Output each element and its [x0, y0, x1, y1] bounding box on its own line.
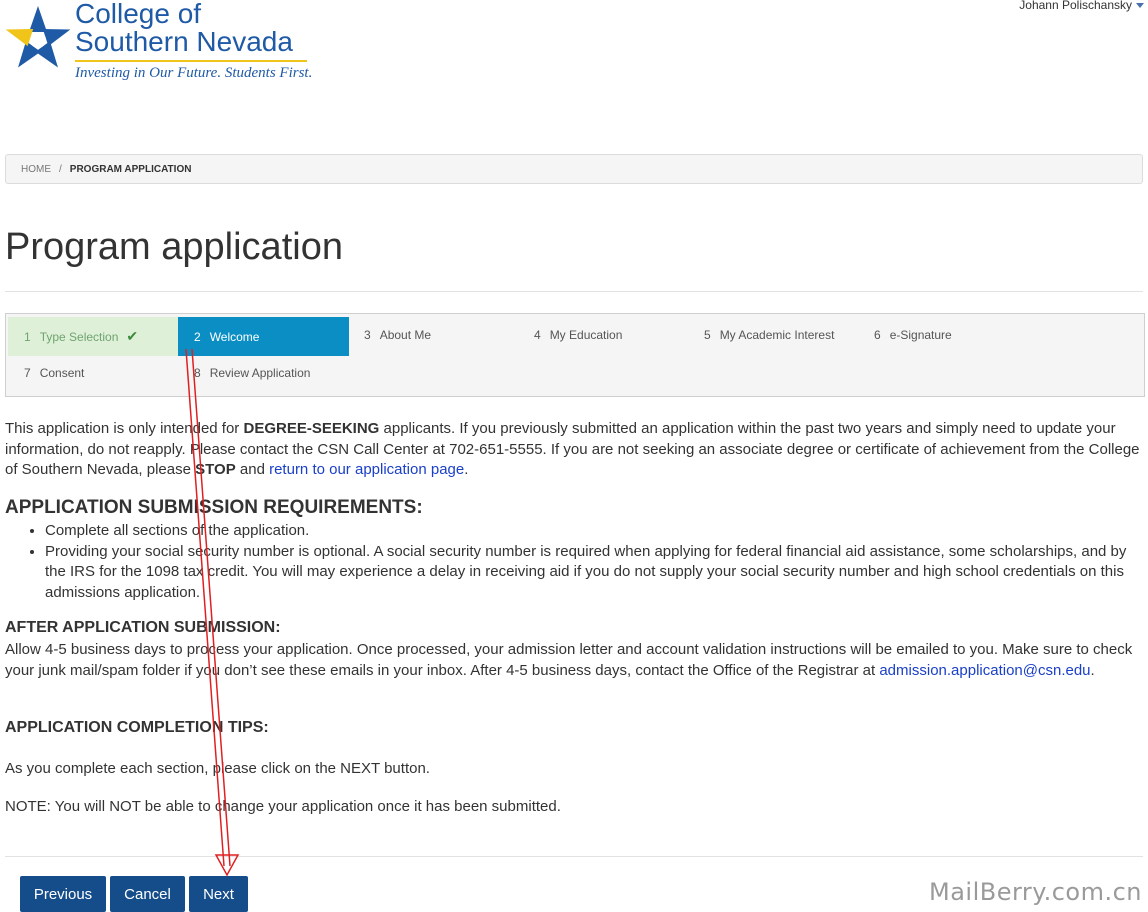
step-e-signature[interactable]: 6 e-Signature — [858, 315, 1028, 354]
step-number: 3 — [364, 327, 371, 342]
breadcrumb-separator: / — [59, 163, 62, 175]
cancel-button[interactable]: Cancel — [110, 876, 185, 912]
watermark: MailBerry.com.cn — [929, 878, 1142, 906]
intro-bold-stop: STOP — [195, 461, 236, 478]
tip-next-button: As you complete each section, please cli… — [5, 760, 430, 777]
logo-line1: College of — [75, 0, 202, 29]
list-item: Complete all sections of the application… — [45, 521, 1145, 542]
after-text-end: . — [1090, 661, 1095, 679]
intro-text: This application is only intended for DE… — [5, 419, 1145, 481]
admission-email-link[interactable]: admission.application@csn.edu — [879, 662, 1090, 679]
step-my-education[interactable]: 4 My Education — [518, 315, 688, 354]
step-number: 2 — [194, 329, 201, 344]
step-type-selection[interactable]: 1 Type Selection ✔ — [8, 317, 179, 356]
step-label: e-Signature — [889, 327, 952, 342]
step-my-academic-interest[interactable]: 5 My Academic Interest — [688, 315, 858, 354]
step-label: Welcome — [209, 329, 260, 344]
breadcrumb: HOME / PROGRAM APPLICATION — [5, 154, 1143, 184]
after-submission-heading: AFTER APPLICATION SUBMISSION: — [5, 619, 281, 636]
requirements-heading: APPLICATION SUBMISSION REQUIREMENTS: — [5, 497, 423, 518]
step-review-application[interactable]: 8 Review Application — [178, 353, 348, 392]
step-about-me[interactable]: 3 About Me — [348, 315, 518, 354]
step-welcome[interactable]: 2 Welcome — [178, 317, 349, 356]
step-number: 6 — [874, 327, 881, 342]
caret-down-icon — [1136, 2, 1144, 8]
intro-part4: . — [464, 461, 469, 478]
step-number: 4 — [534, 327, 541, 342]
page-title: Program application — [5, 226, 343, 268]
csn-star-icon — [5, 6, 71, 68]
breadcrumb-home[interactable]: HOME — [21, 164, 51, 175]
user-name: Johann Polischansky — [1019, 0, 1132, 12]
step-number: 1 — [24, 329, 31, 344]
step-consent[interactable]: 7 Consent — [8, 353, 178, 392]
logo-rule — [75, 60, 307, 62]
intro-part3: and — [235, 461, 270, 478]
logo-tagline: Investing in Our Future. Students First. — [75, 65, 313, 81]
completion-tips-heading: APPLICATION COMPLETION TIPS: — [5, 719, 269, 736]
logo-line2: Southern Nevada — [75, 26, 293, 57]
step-label: My Education — [549, 327, 623, 342]
user-menu[interactable]: Johann Polischansky — [1019, 0, 1144, 12]
step-number: 5 — [704, 327, 711, 342]
step-label: Review Application — [209, 365, 311, 380]
title-divider — [5, 291, 1143, 292]
step-navigation: 1 Type Selection ✔ 2 Welcome 3 About Me … — [5, 313, 1145, 397]
requirements-list: Complete all sections of the application… — [5, 521, 1145, 603]
csn-logo[interactable]: College of Southern Nevada Investing in … — [5, 0, 312, 84]
next-button[interactable]: Next — [189, 876, 248, 912]
application-page-link[interactable]: return to our application page — [269, 461, 464, 478]
breadcrumb-current: PROGRAM APPLICATION — [69, 163, 192, 175]
list-item: Providing your social security number is… — [45, 542, 1145, 604]
bottom-divider — [5, 856, 1143, 857]
step-label: My Academic Interest — [719, 327, 835, 342]
intro-part1: This application is only intended for — [5, 420, 244, 437]
previous-button[interactable]: Previous — [20, 876, 106, 912]
after-submission-text: Allow 4-5 business days to process your … — [5, 640, 1145, 681]
intro-bold-degree: DEGREE-SEEKING — [243, 420, 380, 437]
step-number: 8 — [194, 365, 201, 380]
step-label: Type Selection — [39, 329, 119, 344]
step-label: Consent — [39, 365, 85, 380]
step-label: About Me — [379, 327, 432, 342]
tip-note: NOTE: You will NOT be able to change you… — [5, 798, 561, 815]
step-number: 7 — [24, 365, 31, 380]
checkmark-icon: ✔ — [126, 328, 139, 344]
